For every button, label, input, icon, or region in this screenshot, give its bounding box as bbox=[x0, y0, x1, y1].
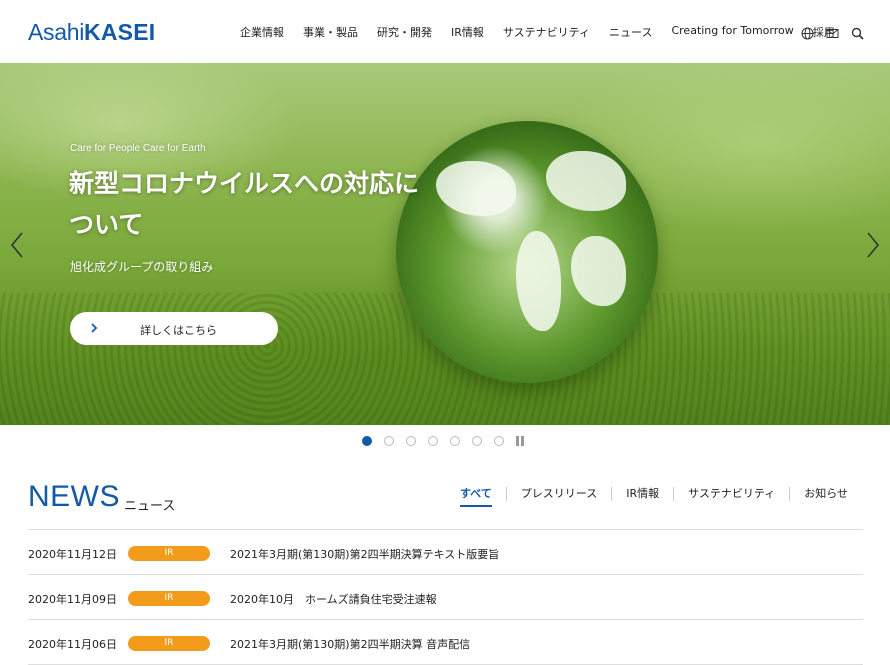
filter-tab-sustainability[interactable]: サステナビリティ bbox=[673, 487, 789, 501]
hero-eyebrow: Care for People Care for Earth bbox=[70, 143, 206, 154]
news-list: 2020年11月12日 IR 2021年3月期(第130期)第2四半期決算テキス… bbox=[28, 529, 863, 665]
global-nav: 企業情報 事業・製品 研究・開発 IR情報 サステナビリティ ニュース Crea… bbox=[240, 24, 854, 40]
news-filter-tabs: すべて プレスリリース IR情報 サステナビリティ お知らせ bbox=[446, 487, 862, 507]
pause-icon[interactable] bbox=[516, 436, 526, 446]
news-title: 2021年3月期(第130期)第2四半期決算テキスト版要旨 bbox=[230, 548, 500, 561]
chevron-right-icon bbox=[91, 323, 98, 333]
logo-part-asahi: Asahi bbox=[28, 19, 85, 45]
category-badge: IR bbox=[128, 546, 210, 561]
hero-subline: 旭化成グループの取り組み bbox=[70, 260, 214, 274]
nav-item-news[interactable]: ニュース bbox=[609, 24, 652, 40]
news-heading: NEWS bbox=[28, 480, 120, 513]
news-date: 2020年11月12日 bbox=[28, 548, 117, 561]
globe-continent bbox=[546, 151, 626, 211]
filter-tab-all[interactable]: すべて bbox=[446, 487, 506, 507]
news-item[interactable]: 2020年11月06日 IR 2021年3月期(第130期)第2四半期決算 音声… bbox=[28, 620, 863, 665]
news-title: 2020年10月 ホームズ請負住宅受注速報 bbox=[230, 593, 437, 606]
news-date: 2020年11月09日 bbox=[28, 593, 117, 606]
mail-icon[interactable] bbox=[826, 25, 839, 38]
filter-tab-label: すべて bbox=[459, 487, 492, 507]
globe-continent bbox=[436, 161, 516, 216]
hero-headline: 新型コロナウイルスへの対応について bbox=[69, 169, 420, 239]
carousel-dot[interactable] bbox=[472, 436, 482, 446]
filter-tab-notices[interactable]: お知らせ bbox=[789, 487, 862, 501]
nav-item-company[interactable]: 企業情報 bbox=[240, 24, 284, 40]
next-slide-arrow-icon[interactable] bbox=[865, 231, 881, 259]
news-subheading: ニュース bbox=[124, 499, 176, 514]
carousel-dot[interactable] bbox=[406, 436, 416, 446]
glass-globe-image bbox=[396, 121, 658, 383]
globe-continent bbox=[516, 231, 561, 331]
news-item[interactable]: 2020年11月09日 IR 2020年10月 ホームズ請負住宅受注速報 bbox=[28, 575, 863, 620]
search-icon[interactable] bbox=[851, 25, 864, 40]
carousel-dot[interactable] bbox=[428, 436, 438, 446]
carousel-dot[interactable] bbox=[494, 436, 504, 446]
filter-tab-press-release[interactable]: プレスリリース bbox=[505, 487, 611, 501]
nav-item-research[interactable]: 研究・開発 bbox=[377, 24, 432, 40]
globe-continent bbox=[571, 236, 626, 306]
hero-details-button[interactable]: 詳しくはこちら bbox=[70, 312, 278, 345]
category-badge: IR bbox=[128, 636, 210, 651]
asahi-kasei-logo[interactable]: Asahi KASEI bbox=[28, 19, 155, 45]
utility-icons bbox=[801, 25, 864, 40]
news-item[interactable]: 2020年11月12日 IR 2021年3月期(第130期)第2四半期決算テキス… bbox=[28, 530, 863, 575]
carousel-dot[interactable] bbox=[450, 436, 460, 446]
carousel-dot[interactable] bbox=[384, 436, 394, 446]
previous-slide-arrow-icon[interactable] bbox=[9, 231, 25, 259]
nav-item-sustainability[interactable]: サステナビリティ bbox=[503, 24, 590, 40]
logo-part-kasei: KASEI bbox=[84, 19, 156, 45]
hero-slider: Care for People Care for Earth 新型コロナウイルス… bbox=[0, 63, 890, 425]
filter-tab-ir[interactable]: IR情報 bbox=[611, 487, 673, 501]
globe-icon[interactable] bbox=[801, 25, 814, 40]
hero-details-label: 詳しくはこちら bbox=[140, 324, 217, 337]
carousel-dot[interactable] bbox=[362, 436, 372, 446]
nav-item-creating-for-tomorrow[interactable]: Creating for Tomorrow bbox=[671, 24, 793, 40]
carousel-indicators bbox=[362, 436, 526, 446]
nav-item-ir[interactable]: IR情報 bbox=[451, 24, 484, 40]
site-header: Asahi KASEI 企業情報 事業・製品 研究・開発 IR情報 サステナビリ… bbox=[0, 0, 890, 63]
nav-item-business[interactable]: 事業・製品 bbox=[303, 24, 358, 40]
category-badge: IR bbox=[128, 591, 210, 606]
